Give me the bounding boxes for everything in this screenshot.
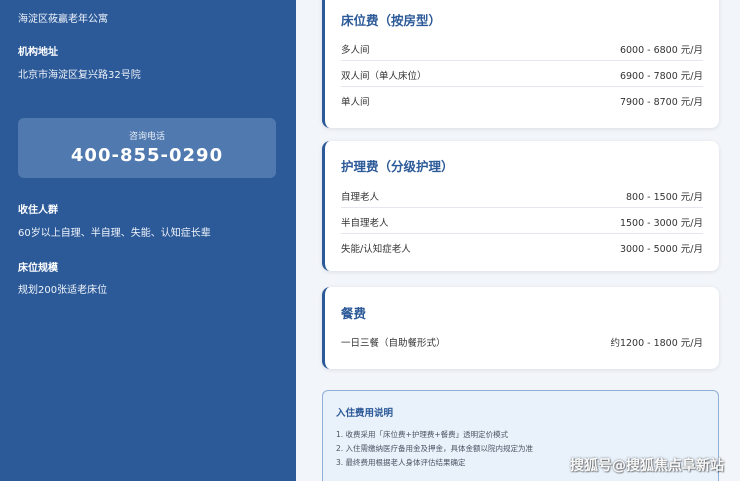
table-row: 自理老人 800 - 1500 元/月 [341,182,703,208]
notes-title: 入住费用说明 [336,408,394,419]
audience-label: 收住人群 [18,205,58,216]
row-price: 6000 - 6800 元/月 [619,45,703,56]
beds-value: 规划200张适老床位 [18,285,108,296]
phone-box[interactable]: 咨询电话 400-855-0290 [18,118,276,178]
row-price: 3000 - 5000 元/月 [619,244,703,255]
table-row: 多人间 6000 - 6800 元/月 [341,35,703,61]
phone-label: 咨询电话 [128,132,165,142]
note-item: 2. 入住需缴纳医疗备用金及押金，具体金额以院内规定为准 [336,444,534,453]
table-row: 一日三餐（自助餐形式） 约1200 - 1800 元/月 [341,328,703,354]
address-label: 机构地址 [18,47,58,58]
row-name: 半自理老人 [341,218,389,229]
row-price: 1500 - 3000 元/月 [619,218,703,229]
row-price: 800 - 1500 元/月 [626,192,703,203]
bed-fee-card: 床位费（按房型） 多人间 6000 - 6800 元/月 双人间（单人床位） 6… [322,0,719,128]
meal-fee-title: 餐费 [341,306,367,321]
row-name: 失能/认知症老人 [341,244,411,255]
row-name: 一日三餐（自助餐形式） [341,338,446,349]
table-row: 双人间（单人床位） 6900 - 7800 元/月 [341,61,703,87]
note-item: 1. 收费采用「床位费+护理费+餐费」透明定价模式 [336,430,509,439]
table-row: 单人间 7900 - 8700 元/月 [341,87,703,113]
institution-name: 海淀区莜赢老年公寓 [18,14,108,25]
sidebar: 海淀区莜赢老年公寓 机构地址 北京市海淀区复兴路32号院 咨询电话 400-85… [0,0,296,481]
care-fee-card: 护理费（分级护理） 自理老人 800 - 1500 元/月 半自理老人 1500… [322,141,719,271]
table-row: 半自理老人 1500 - 3000 元/月 [341,208,703,234]
audience-value: 60岁以上自理、半自理、失能、认知症长辈 [18,228,211,239]
row-price: 6900 - 7800 元/月 [619,71,703,82]
phone-number[interactable]: 400-855-0290 [18,145,276,166]
row-name: 单人间 [341,97,370,108]
watermark-text: 搜狐号@搜狐焦点阜新站 [570,458,724,474]
row-name: 双人间（单人床位） [341,71,427,82]
note-item: 3. 最终费用根据老人身体评估结果确定 [336,458,466,467]
meal-fee-card: 餐费 一日三餐（自助餐形式） 约1200 - 1800 元/月 [322,287,719,369]
care-fee-title: 护理费（分级护理） [341,159,454,174]
bed-fee-title: 床位费（按房型） [341,13,442,28]
row-price: 约1200 - 1800 元/月 [610,338,703,349]
row-name: 自理老人 [341,192,380,203]
table-row: 失能/认知症老人 3000 - 5000 元/月 [341,234,703,260]
row-price: 7900 - 8700 元/月 [619,97,703,108]
beds-label: 床位规模 [18,263,58,274]
address-value: 北京市海淀区复兴路32号院 [18,70,141,81]
row-name: 多人间 [341,45,370,56]
